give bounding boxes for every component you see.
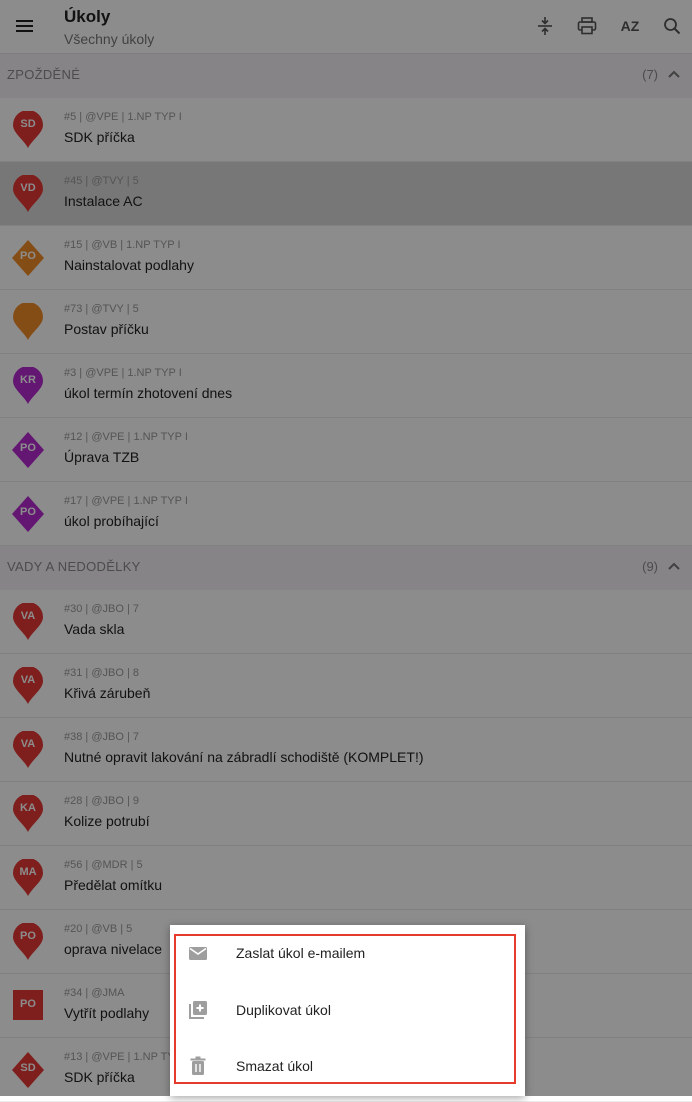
trash-icon (188, 1056, 208, 1076)
delete-task-item[interactable]: Smazat úkol (170, 1041, 525, 1091)
delete-task-label: Smazat úkol (236, 1058, 314, 1074)
email-task-item[interactable]: Zaslat úkol e-mailem (170, 928, 525, 978)
duplicate-task-item[interactable]: Duplikovat úkol (170, 985, 525, 1035)
email-icon (188, 943, 208, 963)
app-screen: Úkoly Všechny úkoly AZ ZPOŽDĚNÉ (7) SD #5 | (0, 0, 692, 1102)
duplicate-task-label: Duplikovat úkol (236, 1002, 331, 1018)
duplicate-icon (188, 1000, 208, 1020)
task-context-menu: Zaslat úkol e-mailem Duplikovat úkol Sma… (170, 925, 525, 1096)
email-task-label: Zaslat úkol e-mailem (236, 945, 366, 961)
